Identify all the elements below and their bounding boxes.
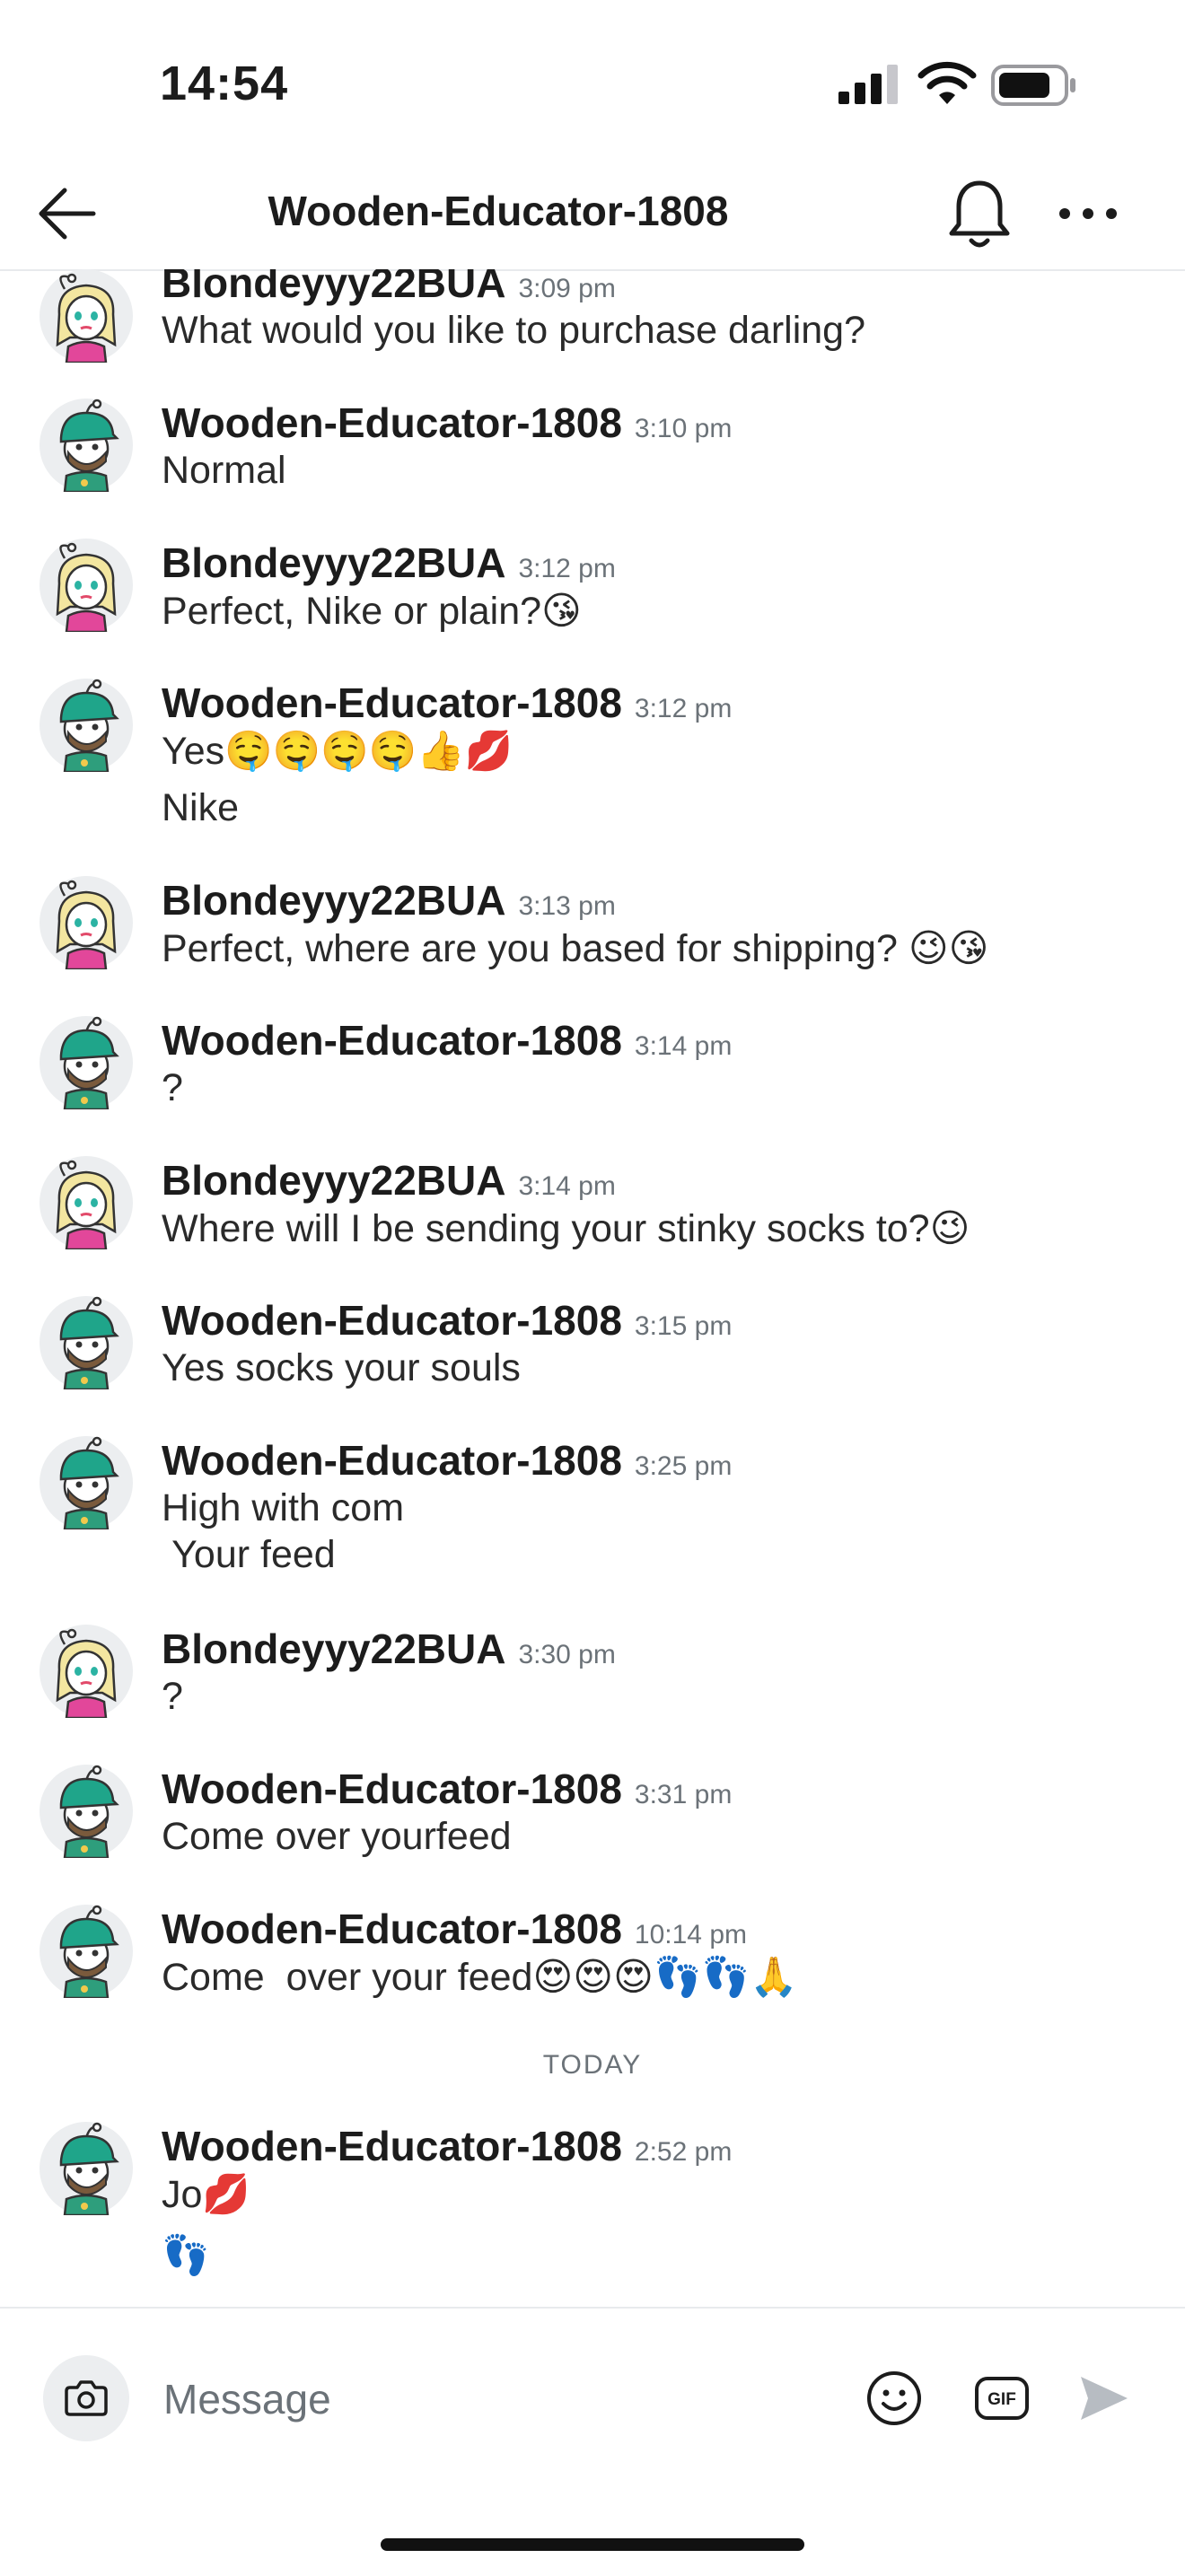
- message-list[interactable]: Blondeyyy22BUA 3:09 pm What would you lik…: [0, 269, 1185, 2307]
- message-text: ?: [162, 1066, 183, 1109]
- avatar-wooden-educator-1808[interactable]: [40, 399, 133, 492]
- camera-icon: [65, 2380, 108, 2416]
- message-header: Wooden-Educator-1808 3:12 pm: [162, 679, 732, 727]
- avatar-blondeyyy22bua[interactable]: [40, 539, 133, 632]
- message-time: 3:14 pm: [634, 1031, 733, 1061]
- message-text: 👣: [162, 2234, 210, 2277]
- message-header: Wooden-Educator-1808 3:15 pm: [162, 1296, 732, 1345]
- message-time: 3:15 pm: [634, 1311, 733, 1341]
- message-time: 3:25 pm: [634, 1451, 733, 1481]
- message-text: Yes🤤🤤🤤🤤👍💋: [162, 730, 514, 773]
- sender-name[interactable]: Wooden-Educator-1808: [162, 2123, 622, 2169]
- message-text: Perfect, where are you based for shippin…: [162, 927, 989, 970]
- sender-name[interactable]: Wooden-Educator-1808: [162, 399, 622, 446]
- message-time: 3:09 pm: [518, 274, 616, 303]
- date-divider: TODAY: [542, 2050, 643, 2080]
- status-bar: 14:54: [0, 0, 1185, 162]
- message-time: 3:13 pm: [518, 891, 616, 921]
- cellular-signal-icon: [838, 65, 898, 104]
- chat-title: Wooden-Educator-1808: [268, 188, 729, 234]
- gif-label: GIF: [988, 2390, 1016, 2409]
- message-time: 3:12 pm: [634, 694, 733, 723]
- message-input[interactable]: [162, 2362, 812, 2436]
- message-header: Blondeyyy22BUA 3:12 pm: [162, 539, 616, 587]
- message-text: Normal: [162, 449, 286, 492]
- avatar-wooden-educator-1808[interactable]: [40, 1296, 133, 1389]
- avatar-blondeyyy22bua[interactable]: [40, 1625, 133, 1718]
- avatar-wooden-educator-1808[interactable]: [40, 2122, 133, 2215]
- avatar-blondeyyy22bua[interactable]: [40, 876, 133, 969]
- message-header: Wooden-Educator-1808 3:14 pm: [162, 1016, 732, 1065]
- message-text: High with com: [162, 1486, 405, 1529]
- message-text: Jo💋: [162, 2173, 250, 2216]
- message-header: Blondeyyy22BUA 3:30 pm: [162, 1625, 616, 1673]
- wifi-icon: [917, 61, 977, 104]
- sender-name[interactable]: Blondeyyy22BUA: [162, 1157, 505, 1204]
- home-indicator: [381, 2538, 804, 2551]
- message-time: 3:14 pm: [518, 1171, 616, 1201]
- message-composer: GIF: [0, 2307, 1185, 2576]
- sender-name[interactable]: Blondeyyy22BUA: [162, 877, 505, 924]
- send-icon[interactable]: [1070, 2366, 1135, 2431]
- message-text: Yes socks your souls: [162, 1346, 521, 1389]
- message-header: Wooden-Educator-1808 10:14 pm: [162, 1905, 747, 1953]
- message-text: Where will I be sending your stinky sock…: [162, 1207, 970, 1250]
- more-options-icon[interactable]: [1052, 196, 1124, 232]
- avatar-blondeyyy22bua[interactable]: [40, 1156, 133, 1249]
- message-header: Wooden-Educator-1808 2:52 pm: [162, 2122, 732, 2170]
- message-time: 10:14 pm: [634, 1920, 747, 1950]
- message-text: Come over your feed😍😍😍👣👣🙏: [162, 1956, 798, 1999]
- message-time: 3:10 pm: [634, 414, 733, 443]
- chat-header: Wooden-Educator-1808: [0, 162, 1185, 271]
- avatar-wooden-educator-1808[interactable]: [40, 1436, 133, 1529]
- message-header: Blondeyyy22BUA 3:09 pm: [162, 269, 616, 307]
- bell-icon[interactable]: [944, 174, 1014, 253]
- message-text: Your feed: [162, 1533, 336, 1576]
- message-header: Blondeyyy22BUA 3:14 pm: [162, 1156, 616, 1205]
- message-text: What would you like to purchase darling?: [162, 309, 865, 352]
- message-time: 3:31 pm: [634, 1780, 733, 1809]
- message-text: Nike: [162, 786, 240, 829]
- status-time: 14:54: [160, 57, 289, 110]
- sender-name[interactable]: Blondeyyy22BUA: [162, 1625, 505, 1672]
- sender-name[interactable]: Wooden-Educator-1808: [162, 1766, 622, 1812]
- message-text: ?: [162, 1675, 183, 1718]
- message-text: Come over yourfeed: [162, 1815, 512, 1858]
- sender-name[interactable]: Blondeyyy22BUA: [162, 269, 505, 306]
- avatar-wooden-educator-1808[interactable]: [40, 679, 133, 772]
- message-text: Perfect, Nike or plain?😘: [162, 590, 582, 633]
- message-header: Blondeyyy22BUA 3:13 pm: [162, 876, 616, 924]
- avatar-wooden-educator-1808[interactable]: [40, 1905, 133, 1998]
- sender-name[interactable]: Wooden-Educator-1808: [162, 1437, 622, 1484]
- battery-icon: [991, 65, 1075, 106]
- sender-name[interactable]: Wooden-Educator-1808: [162, 1906, 622, 1952]
- message-time: 3:12 pm: [518, 554, 616, 583]
- gif-icon[interactable]: GIF: [970, 2366, 1034, 2431]
- sender-name[interactable]: Wooden-Educator-1808: [162, 1297, 622, 1344]
- message-header: Wooden-Educator-1808 3:10 pm: [162, 399, 732, 447]
- message-header: Wooden-Educator-1808 3:31 pm: [162, 1765, 732, 1813]
- sender-name[interactable]: Wooden-Educator-1808: [162, 679, 622, 726]
- sender-name[interactable]: Blondeyyy22BUA: [162, 539, 505, 586]
- sender-name[interactable]: Wooden-Educator-1808: [162, 1017, 622, 1064]
- message-time: 2:52 pm: [634, 2137, 733, 2167]
- emoji-smile-icon[interactable]: [862, 2366, 926, 2431]
- message-time: 3:30 pm: [518, 1640, 616, 1669]
- avatar-blondeyyy22bua[interactable]: [40, 269, 133, 363]
- avatar-wooden-educator-1808[interactable]: [40, 1765, 133, 1858]
- message-header: Wooden-Educator-1808 3:25 pm: [162, 1436, 732, 1485]
- camera-button[interactable]: [43, 2355, 129, 2441]
- avatar-wooden-educator-1808[interactable]: [40, 1016, 133, 1109]
